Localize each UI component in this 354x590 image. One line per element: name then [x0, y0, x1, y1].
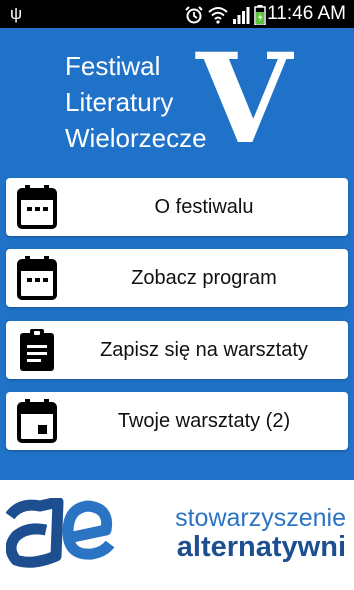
clipboard-icon: [14, 327, 60, 373]
calendar-icon: [14, 255, 60, 301]
about-festival-button[interactable]: O festiwalu: [6, 178, 348, 236]
association-name: stowarzyszenie alternatywni: [175, 504, 346, 562]
wifi-icon: [208, 7, 228, 24]
title-line-2: Literatury: [65, 87, 174, 117]
calendar-icon: [14, 184, 60, 230]
my-workshops-label: Twoje warsztaty (2): [117, 409, 291, 432]
signal-icon: [233, 7, 250, 24]
view-program-label: Zobacz program: [131, 266, 277, 289]
usb-icon: ψ: [10, 4, 23, 23]
status-bar: ψ 11:46 AM: [0, 0, 354, 28]
status-icons: [184, 5, 266, 25]
title-line-1: Festiwal: [65, 51, 161, 81]
association-logo-icon: [5, 496, 116, 577]
my-workshops-button[interactable]: Twoje warsztaty (2): [6, 392, 348, 450]
association-name-line-2: alternatywni: [176, 531, 346, 563]
calendar-event-icon: [14, 398, 60, 444]
festival-logo-letter: V: [196, 27, 292, 172]
alarm-icon: [185, 6, 203, 24]
signup-workshops-button[interactable]: Zapisz się na warsztaty: [6, 321, 348, 379]
about-festival-label: O festiwalu: [154, 195, 254, 218]
association-name-line-1: stowarzyszenie: [175, 504, 346, 532]
status-time: 11:46 AM: [267, 3, 346, 24]
signup-workshops-label: Zapisz się na warsztaty: [100, 338, 308, 361]
battery-icon: [254, 5, 266, 25]
festival-title: Festiwal Literatury Wielorzecze: [65, 48, 207, 156]
view-program-button[interactable]: Zobacz program: [6, 249, 348, 307]
title-line-3: Wielorzecze: [65, 123, 207, 153]
